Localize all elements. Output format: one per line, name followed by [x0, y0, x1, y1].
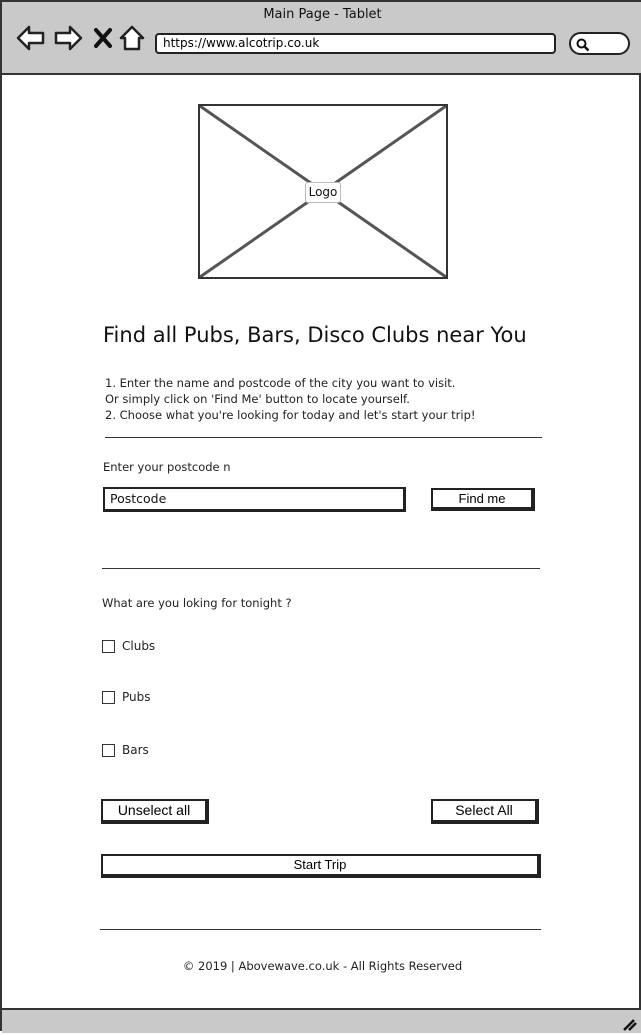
- postcode-label: Enter your postcode n: [103, 460, 231, 474]
- checkbox[interactable]: [102, 640, 115, 653]
- select-all-button[interactable]: Select All: [431, 799, 539, 824]
- start-trip-button[interactable]: Start Trip: [101, 854, 541, 878]
- checkbox[interactable]: [102, 691, 115, 704]
- search-icon: [576, 38, 590, 52]
- forward-arrow-icon[interactable]: [53, 24, 83, 52]
- instruction-line: Or simply click on 'Find Me' button to l…: [105, 392, 410, 406]
- address-bar[interactable]: https://www.alcotrip.co.uk: [155, 33, 556, 54]
- footer-copyright: © 2019 | Abovewave.co.uk - All Rights Re…: [182, 959, 463, 973]
- checkbox[interactable]: [102, 744, 115, 757]
- checkbox-label: Bars: [122, 743, 149, 757]
- instruction-line: 2. Choose what you're looking for today …: [105, 408, 476, 422]
- browser-search-box[interactable]: [569, 32, 630, 55]
- resize-grip-icon[interactable]: [621, 1016, 637, 1035]
- unselect-all-button[interactable]: Unselect all: [101, 799, 209, 824]
- logo-placeholder: Logo: [198, 104, 448, 279]
- divider: [100, 929, 541, 930]
- browser-toolbar: Main Page - Tablet https://www.alcotrip.…: [2, 2, 641, 75]
- find-me-button[interactable]: Find me: [431, 488, 535, 511]
- postcode-input[interactable]: Postcode: [103, 487, 406, 512]
- instruction-line: 1. Enter the name and postcode of the ci…: [105, 376, 456, 390]
- logo-label: Logo: [305, 182, 341, 203]
- browser-window: Main Page - Tablet https://www.alcotrip.…: [0, 0, 641, 1033]
- window-title: Main Page - Tablet: [263, 7, 382, 22]
- page-title: Find all Pubs, Bars, Disco Clubs near Yo…: [103, 323, 527, 347]
- browser-status-bar: [2, 1008, 641, 1033]
- back-arrow-icon[interactable]: [16, 24, 46, 52]
- home-icon[interactable]: [118, 24, 146, 52]
- checkbox-label: Clubs: [122, 639, 156, 653]
- divider: [105, 437, 542, 438]
- question-label: What are you loking for tonight ?: [102, 596, 292, 610]
- divider: [102, 568, 540, 569]
- checkbox-label: Pubs: [122, 690, 151, 704]
- close-x-icon[interactable]: [92, 24, 114, 52]
